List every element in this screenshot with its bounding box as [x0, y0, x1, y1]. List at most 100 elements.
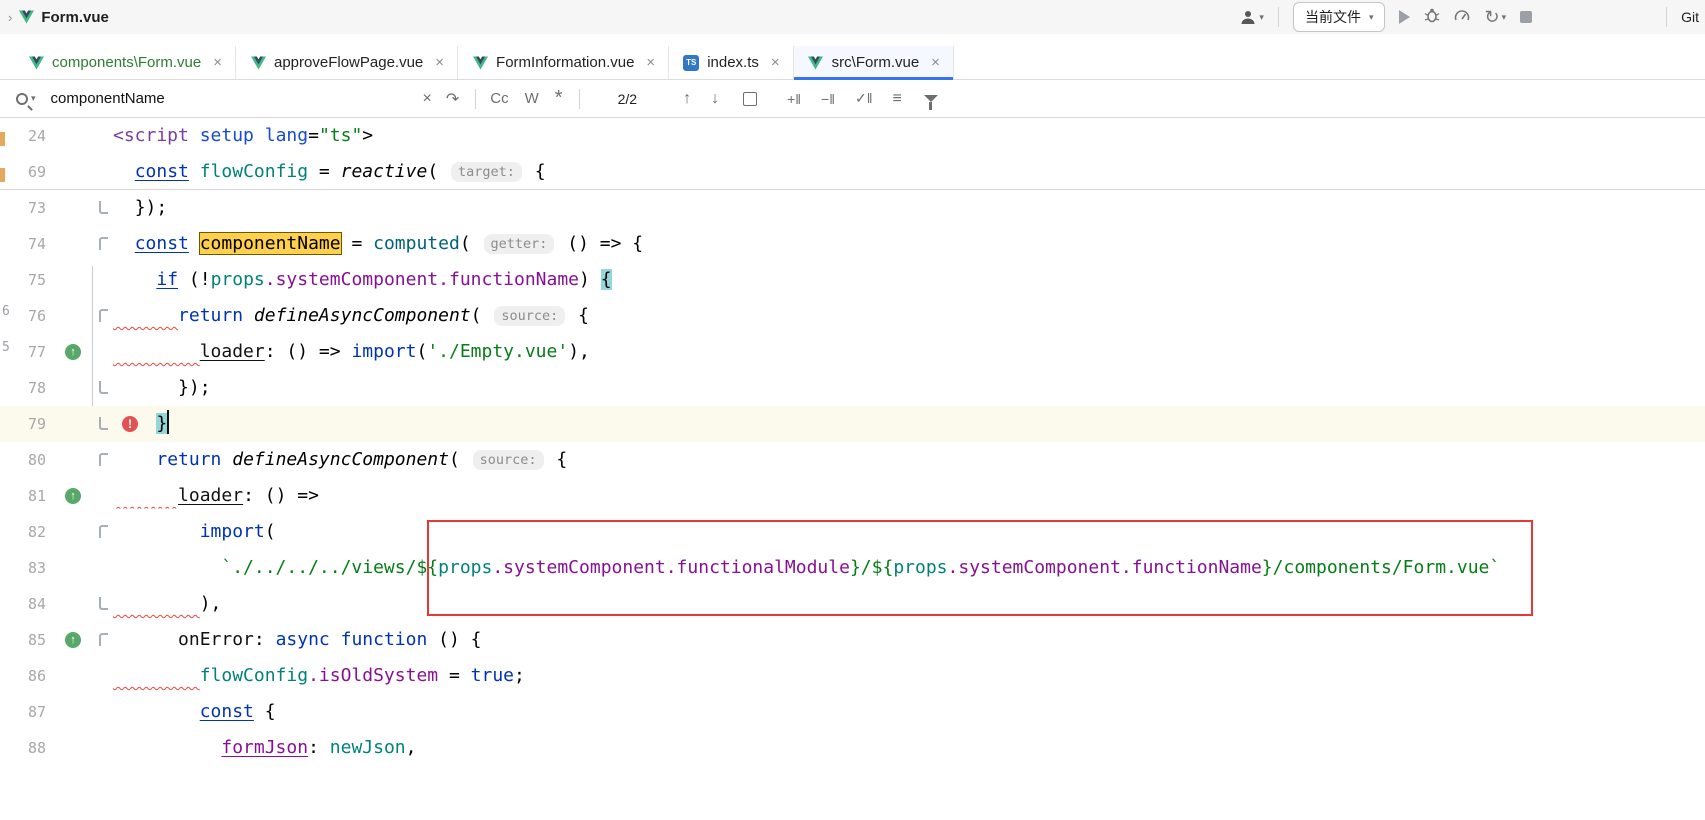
- search-icon[interactable]: [16, 93, 28, 105]
- regex-toggle[interactable]: *: [555, 87, 563, 110]
- parameter-hint-chip: getter:: [484, 234, 555, 254]
- line-number[interactable]: 86: [0, 658, 46, 694]
- clear-search-icon[interactable]: ×: [423, 90, 432, 108]
- line-number[interactable]: 24: [0, 118, 46, 154]
- code-token: [113, 701, 200, 722]
- search-history-caret-icon[interactable]: ▾: [31, 93, 36, 104]
- line-number[interactable]: 69: [0, 154, 46, 190]
- line-number[interactable]: 80: [0, 442, 46, 478]
- code-line[interactable]: 69 const flowConfig = reactive( target: …: [0, 154, 1705, 190]
- match-case-toggle[interactable]: Cc: [490, 90, 508, 107]
- editor-tab[interactable]: FormInformation.vue×: [458, 46, 669, 79]
- search-input[interactable]: componentName: [51, 90, 423, 107]
- remove-occurrence-icon[interactable]: −‖: [821, 91, 835, 107]
- editor-tab[interactable]: approveFlowPage.vue×: [236, 46, 458, 79]
- line-number[interactable]: 78: [0, 370, 46, 406]
- profiler-icon[interactable]: [1454, 7, 1470, 28]
- line-number[interactable]: 82: [0, 514, 46, 550]
- overridden-marker-icon[interactable]: ↑: [65, 344, 81, 360]
- fold-marker-icon[interactable]: [99, 201, 108, 214]
- code-line[interactable]: 77↑ loader: () => import('./Empty.vue'),: [0, 334, 1705, 370]
- code-text: });: [0, 370, 1705, 406]
- code-line[interactable]: 81↑ loader: () =>: [0, 478, 1705, 514]
- typescript-icon: TS: [683, 55, 699, 71]
- code-token: (: [265, 521, 276, 542]
- code-line[interactable]: 86 flowConfig.isOldSystem = true;: [0, 658, 1705, 694]
- line-number[interactable]: 81: [0, 478, 46, 514]
- select-all-occurrences-icon[interactable]: ✓‖: [855, 90, 873, 107]
- code-line[interactable]: 85↑ onError: async function () {: [0, 622, 1705, 658]
- fold-marker-icon[interactable]: [99, 453, 108, 466]
- line-number[interactable]: 79: [0, 406, 46, 442]
- next-match-icon[interactable]: ↓: [711, 90, 719, 108]
- code-line[interactable]: 75 if (!props.systemComponent.functionNa…: [0, 262, 1705, 298]
- matched-brace-highlight: }: [156, 413, 167, 434]
- window-title: Form.vue: [41, 9, 109, 26]
- line-number[interactable]: 76: [0, 298, 46, 334]
- code-token: :: [254, 629, 276, 650]
- code-token: const: [135, 161, 189, 182]
- code-line[interactable]: 79! }: [0, 406, 1705, 442]
- code-token: {: [254, 701, 276, 722]
- filter-icon[interactable]: [924, 95, 938, 102]
- parameter-hint-chip: source:: [473, 450, 544, 470]
- previous-match-icon[interactable]: ↑: [683, 90, 691, 108]
- code-line[interactable]: 73 });: [0, 190, 1705, 226]
- overridden-marker-icon[interactable]: ↑: [65, 632, 81, 648]
- code-line[interactable]: 76 return defineAsyncComponent( source: …: [0, 298, 1705, 334]
- code-token: {: [524, 161, 546, 182]
- close-tab-icon[interactable]: ×: [435, 54, 444, 71]
- search-match-highlight: componentName: [200, 233, 341, 254]
- user-icon[interactable]: ▾: [1239, 9, 1264, 25]
- fold-marker-icon[interactable]: [99, 597, 108, 610]
- line-number[interactable]: 88: [0, 730, 46, 766]
- debug-icon[interactable]: [1424, 7, 1440, 28]
- line-number[interactable]: 74: [0, 226, 46, 262]
- vue-icon: [250, 55, 266, 71]
- code-line[interactable]: 87 const {: [0, 694, 1705, 730]
- fold-marker-icon[interactable]: [99, 309, 108, 322]
- line-number[interactable]: 87: [0, 694, 46, 730]
- overridden-marker-icon[interactable]: ↑: [65, 488, 81, 504]
- line-number[interactable]: 75: [0, 262, 46, 298]
- editor-tab[interactable]: src\Form.vue×: [794, 46, 954, 79]
- line-number[interactable]: 84: [0, 586, 46, 622]
- fold-marker-icon[interactable]: [99, 633, 108, 646]
- editor-tab[interactable]: components\Form.vue×: [14, 46, 236, 79]
- close-tab-icon[interactable]: ×: [213, 54, 222, 71]
- add-occurrence-icon[interactable]: +‖: [787, 91, 801, 107]
- open-in-find-window-icon[interactable]: [743, 92, 757, 106]
- rerun-icon[interactable]: ↻: [1484, 9, 1499, 25]
- code-line[interactable]: 80 return defineAsyncComponent( source: …: [0, 442, 1705, 478]
- code-editor[interactable]: 6 5 24<script setup lang="ts">69 const f…: [0, 118, 1705, 818]
- code-line[interactable]: 74 const componentName = computed( gette…: [0, 226, 1705, 262]
- run-icon[interactable]: [1399, 10, 1410, 24]
- git-widget[interactable]: Git: [1681, 9, 1699, 25]
- fold-marker-icon[interactable]: [99, 417, 108, 430]
- code-token: [113, 341, 200, 362]
- error-icon[interactable]: !: [122, 416, 138, 432]
- code-line[interactable]: 88 formJson: newJson,: [0, 730, 1705, 766]
- line-number[interactable]: 73: [0, 190, 46, 226]
- close-tab-icon[interactable]: ×: [771, 54, 780, 71]
- newline-icon[interactable]: ↷: [446, 89, 459, 109]
- code-token: [221, 449, 232, 470]
- search-options-icon[interactable]: ≡: [893, 90, 902, 108]
- code-line[interactable]: 24<script setup lang="ts">: [0, 118, 1705, 154]
- line-number[interactable]: 83: [0, 550, 46, 586]
- code-token: onError: [178, 629, 254, 650]
- code-line[interactable]: 78 });: [0, 370, 1705, 406]
- line-number[interactable]: 77: [0, 334, 46, 370]
- stop-icon[interactable]: [1520, 11, 1532, 23]
- fold-marker-icon[interactable]: [99, 381, 108, 394]
- code-token: [113, 737, 221, 758]
- whole-words-toggle[interactable]: W: [525, 90, 539, 107]
- close-tab-icon[interactable]: ×: [931, 54, 940, 71]
- fold-marker-icon[interactable]: [99, 525, 108, 538]
- fold-marker-icon[interactable]: [99, 237, 108, 250]
- editor-tab[interactable]: TSindex.ts×: [669, 46, 793, 79]
- line-number[interactable]: 85: [0, 622, 46, 658]
- run-config-selector[interactable]: 当前文件 ▾: [1293, 2, 1386, 32]
- code-token: true: [471, 665, 514, 686]
- close-tab-icon[interactable]: ×: [646, 54, 655, 71]
